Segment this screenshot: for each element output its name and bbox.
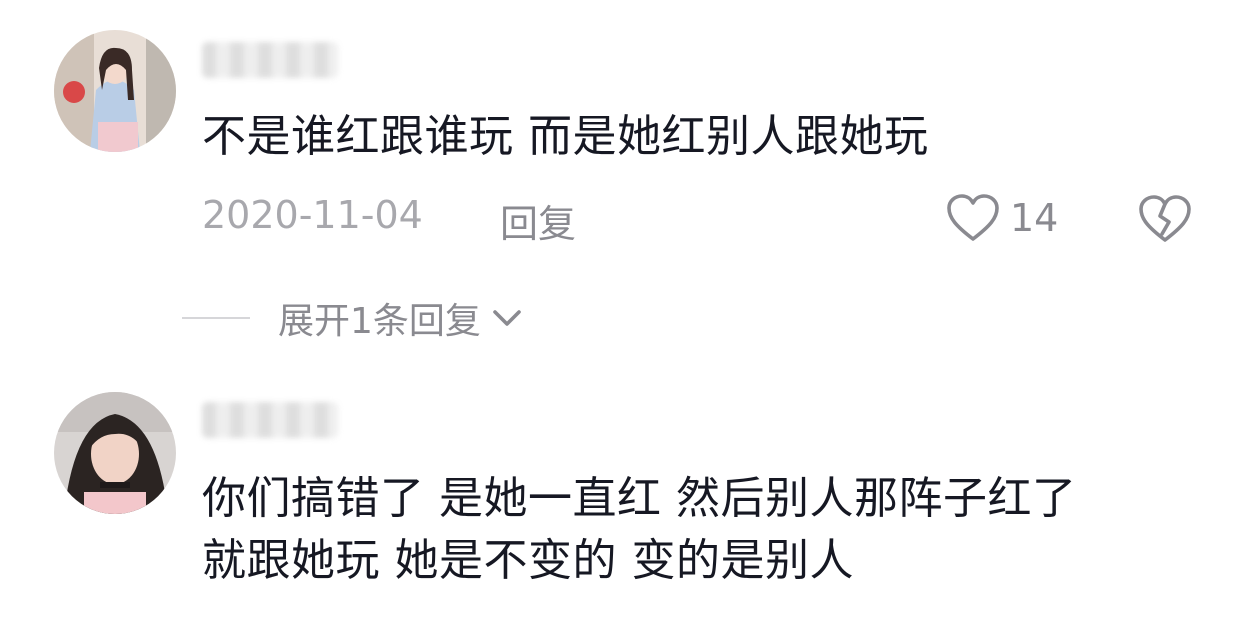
dislike-button[interactable] (1138, 194, 1192, 248)
avatar[interactable] (54, 392, 176, 514)
username-blurred[interactable] (202, 402, 338, 438)
like-count: 14 (1010, 196, 1059, 240)
comment-date: 2020-11-04 (202, 193, 423, 237)
like-button[interactable]: 14 (946, 193, 1058, 243)
reply-button[interactable]: 回复 (500, 193, 576, 248)
broken-heart-icon (1139, 195, 1191, 242)
comment-text: 不是谁红跟谁玩 而是她红别人跟她玩 (202, 111, 929, 162)
comment-text: 你们搞错了 是她一直红 然后别人那阵子红了 就跟她玩 她是不变的 变的是别人 (202, 473, 1077, 586)
expand-replies-label: 展开1条回复 (278, 301, 481, 342)
heart-outline-icon (947, 194, 999, 241)
avatar[interactable] (54, 30, 176, 152)
expand-replies-button[interactable]: 展开1条回复 (182, 292, 525, 344)
chevron-down-icon (493, 310, 521, 326)
divider-line (182, 317, 250, 319)
username-blurred[interactable] (202, 42, 338, 78)
